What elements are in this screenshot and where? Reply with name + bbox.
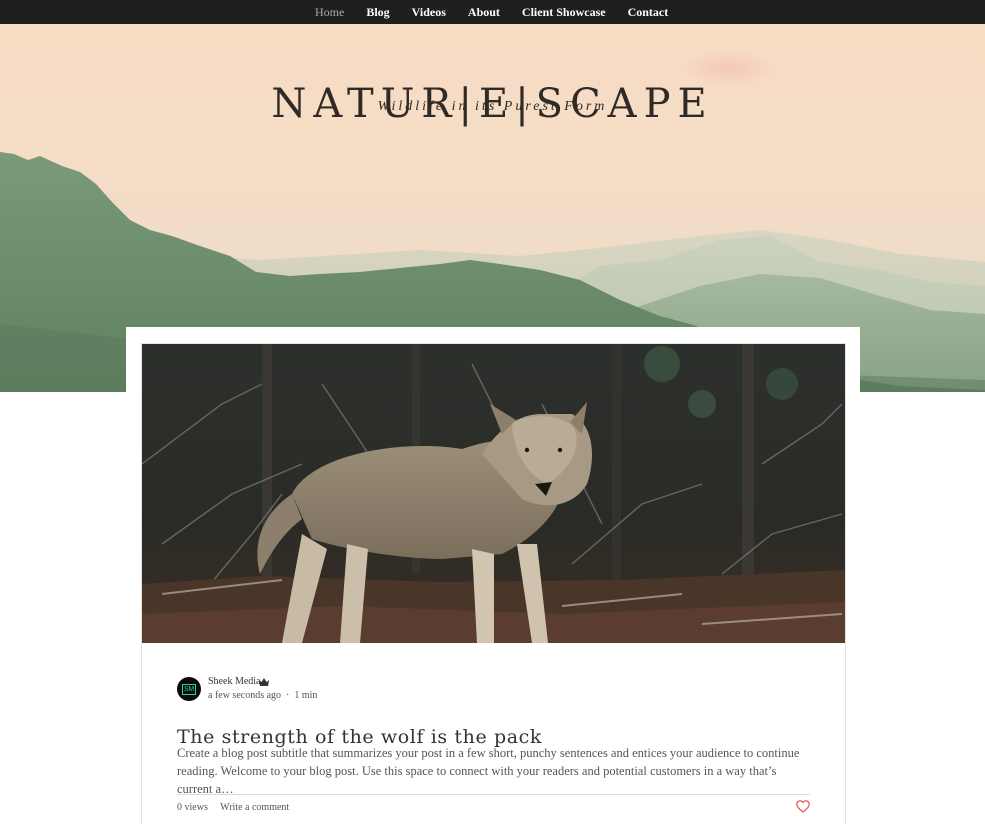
post-time: a few seconds ago bbox=[208, 690, 282, 701]
post-views: 0 views bbox=[177, 802, 208, 813]
post-stats: 0 views Write a comment bbox=[177, 802, 299, 813]
post-divider bbox=[177, 794, 810, 795]
site-tagline: Wildlife in its Purest Form bbox=[377, 99, 608, 114]
post-meta: a few seconds ago · 1 min bbox=[208, 690, 317, 701]
author-name[interactable]: Sheek Media bbox=[208, 676, 261, 687]
nav-item-client-showcase[interactable]: Client Showcase bbox=[522, 5, 606, 20]
heart-icon[interactable] bbox=[796, 800, 810, 813]
post-cover-image[interactable] bbox=[142, 344, 845, 643]
nav-item-contact[interactable]: Contact bbox=[628, 5, 669, 20]
nav-item-videos[interactable]: Videos bbox=[412, 5, 446, 20]
write-comment-link[interactable]: Write a comment bbox=[220, 802, 289, 813]
nav-item-home[interactable]: Home bbox=[315, 5, 344, 20]
avatar-initials: SM bbox=[182, 683, 196, 695]
top-nav: Home Blog Videos About Client Showcase C… bbox=[0, 0, 985, 24]
wolf-photo-image bbox=[142, 344, 845, 643]
nav-menu: Home Blog Videos About Client Showcase C… bbox=[315, 0, 690, 24]
nav-item-about[interactable]: About bbox=[468, 5, 500, 20]
nav-item-blog[interactable]: Blog bbox=[366, 5, 389, 20]
post-read-time: 1 min bbox=[294, 690, 318, 701]
post-excerpt: Create a blog post subtitle that summari… bbox=[177, 746, 800, 796]
blog-post-card: SM Sheek Media a few seconds ago · 1 min T… bbox=[126, 327, 860, 827]
crown-icon bbox=[259, 678, 269, 686]
author-avatar[interactable]: SM bbox=[177, 677, 201, 701]
blog-post-inner[interactable]: SM Sheek Media a few seconds ago · 1 min T… bbox=[141, 343, 846, 824]
meta-separator: · bbox=[286, 690, 290, 701]
